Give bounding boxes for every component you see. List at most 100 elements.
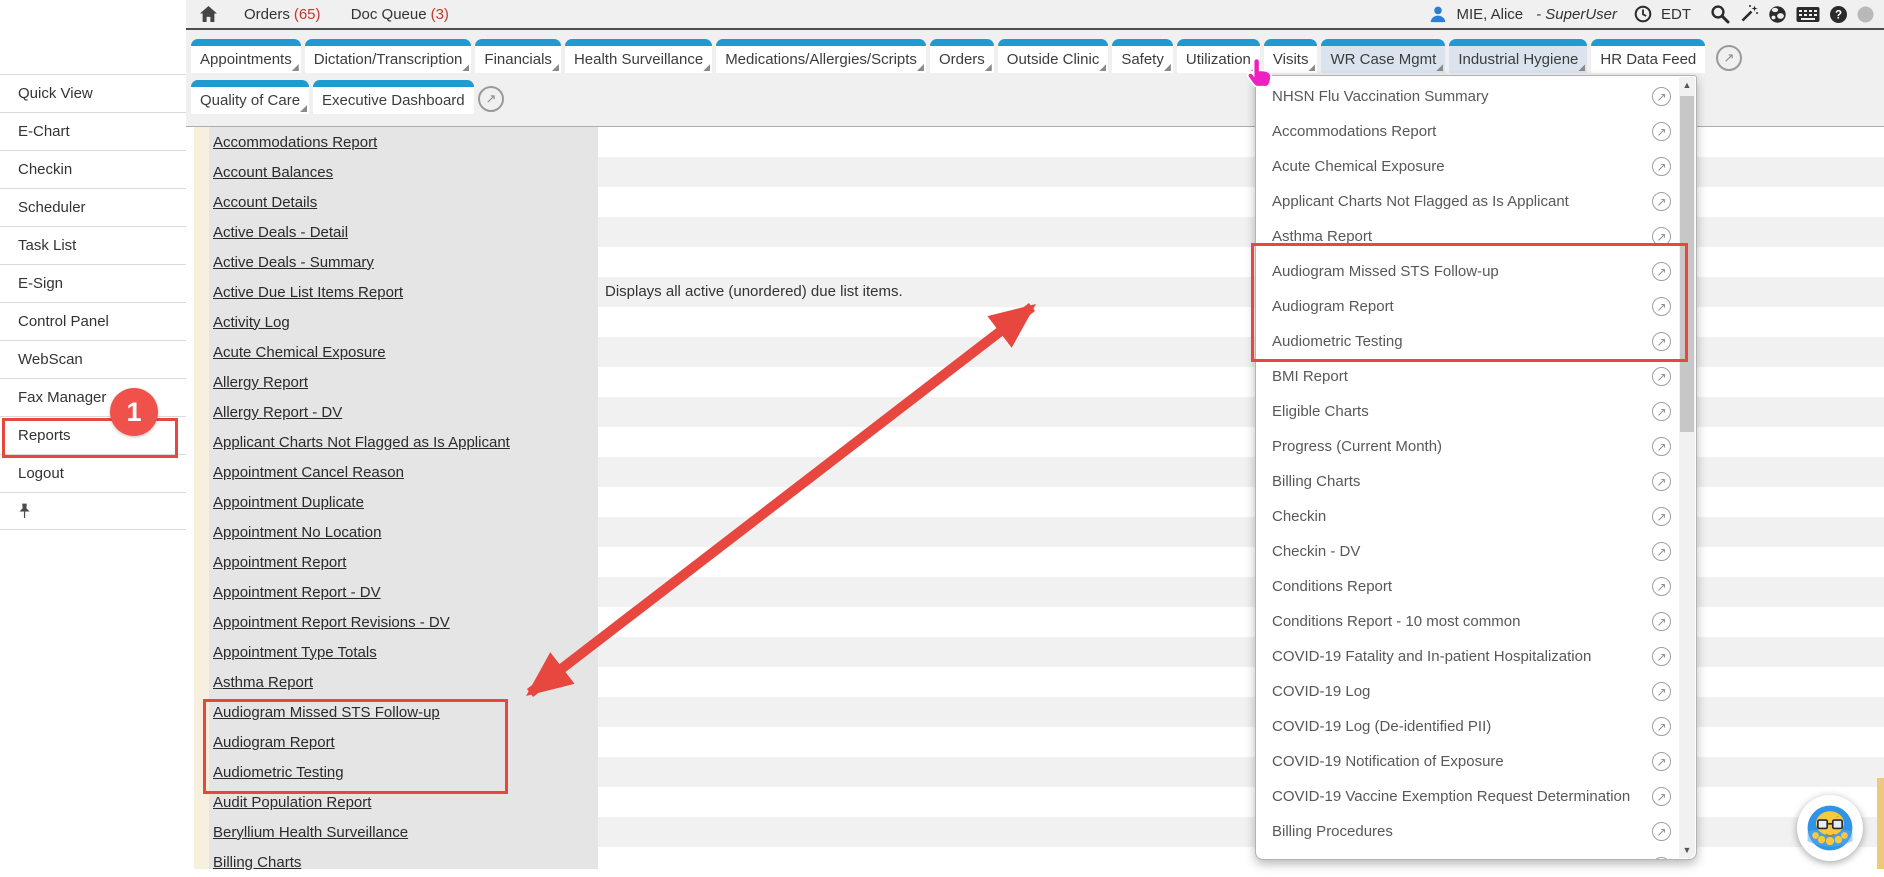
report-link[interactable]: Appointment Duplicate xyxy=(213,494,364,511)
dropdown-report-item[interactable]: Billing Charts ↗ xyxy=(1256,464,1679,499)
report-link[interactable]: Allergy Report xyxy=(213,374,308,391)
open-report-icon[interactable]: ↗ xyxy=(1652,157,1671,176)
topbar-queue-link[interactable]: Doc Queue(3) xyxy=(351,6,449,23)
open-report-icon[interactable]: ↗ xyxy=(1652,647,1671,666)
user-icon[interactable] xyxy=(1429,5,1447,23)
sidebar-item[interactable]: Logout xyxy=(0,455,186,493)
open-report-icon[interactable]: ↗ xyxy=(1652,262,1671,281)
report-link[interactable]: Appointment Report xyxy=(213,554,346,571)
report-link[interactable]: Appointment Report - DV xyxy=(213,584,381,601)
module-tab[interactable]: Safety xyxy=(1112,39,1173,73)
open-report-icon[interactable]: ↗ xyxy=(1652,857,1671,860)
report-link[interactable]: Billing Charts xyxy=(213,854,301,871)
module-tab[interactable]: Outside Clinic xyxy=(998,39,1109,73)
report-link[interactable]: Active Deals - Summary xyxy=(213,254,374,271)
open-report-icon[interactable]: ↗ xyxy=(1652,577,1671,596)
module-tab[interactable]: HR Data Feed xyxy=(1591,39,1705,73)
sidebar-item[interactable]: E-Chart xyxy=(0,113,186,151)
sidebar-pin-toggle[interactable] xyxy=(0,492,186,530)
dashboard-tab[interactable]: Executive Dashboard xyxy=(313,80,474,114)
report-link[interactable]: Accommodations Report xyxy=(213,134,377,151)
user-name[interactable]: MIE, Alice xyxy=(1456,6,1523,23)
topbar-queue-link[interactable]: Orders(65) xyxy=(244,6,321,23)
dropdown-report-item[interactable]: Progress (Current Month) ↗ xyxy=(1256,429,1679,464)
dashboard-tab[interactable]: Quality of Care xyxy=(191,80,309,114)
scrollbar-thumb[interactable] xyxy=(1680,96,1694,432)
report-link[interactable]: Appointment No Location xyxy=(213,524,381,541)
open-report-icon[interactable]: ↗ xyxy=(1652,437,1671,456)
tab-overflow-icon[interactable]: ↗ xyxy=(1716,45,1742,71)
dropdown-report-item[interactable]: Audiogram Report ↗ xyxy=(1256,289,1679,324)
search-icon[interactable] xyxy=(1710,4,1730,24)
dropdown-report-item[interactable]: Eligible Charts ↗ xyxy=(1256,394,1679,429)
dropdown-report-item[interactable]: COVID-19 Notification of Exposure ↗ xyxy=(1256,744,1679,779)
dropdown-report-item[interactable]: Acute Chemical Exposure ↗ xyxy=(1256,149,1679,184)
sidebar-item[interactable]: Fax Manager xyxy=(0,379,186,417)
report-link[interactable]: Allergy Report - DV xyxy=(213,404,342,421)
dropdown-report-item[interactable]: Checkin ↗ xyxy=(1256,499,1679,534)
dropdown-report-item[interactable]: COVID-19 Fatality and In-patient Hospita… xyxy=(1256,639,1679,674)
module-tab[interactable]: Appointments xyxy=(191,39,301,73)
chat-octopus-button[interactable] xyxy=(1797,795,1863,861)
report-link[interactable]: Account Details xyxy=(213,194,317,211)
report-link[interactable]: Appointment Report Revisions - DV xyxy=(213,614,450,631)
open-report-icon[interactable]: ↗ xyxy=(1652,297,1671,316)
open-report-icon[interactable]: ↗ xyxy=(1652,542,1671,561)
module-tab[interactable]: Health Surveillance xyxy=(565,39,712,73)
keyboard-icon[interactable] xyxy=(1796,6,1820,23)
scroll-down-icon[interactable]: ▼ xyxy=(1679,845,1695,855)
module-tab[interactable]: WR Case Mgmt xyxy=(1321,39,1445,73)
home-icon[interactable] xyxy=(199,5,218,23)
report-link[interactable]: Appointment Type Totals xyxy=(213,644,377,661)
open-report-icon[interactable]: ↗ xyxy=(1652,192,1671,211)
open-report-icon[interactable]: ↗ xyxy=(1652,122,1671,141)
report-link[interactable]: Audiometric Testing xyxy=(213,764,344,781)
wand-icon[interactable] xyxy=(1739,4,1759,24)
report-link[interactable]: Audiogram Missed STS Follow-up xyxy=(213,704,440,721)
module-tab[interactable]: Financials xyxy=(475,39,561,73)
report-link[interactable]: Activity Log xyxy=(213,314,290,331)
dropdown-report-item[interactable]: NHSN Flu Vaccination Summary ↗ xyxy=(1256,79,1679,114)
dropdown-report-item[interactable]: Accommodations Report ↗ xyxy=(1256,114,1679,149)
report-link[interactable]: Applicant Charts Not Flagged as Is Appli… xyxy=(213,434,510,451)
sidebar-item[interactable]: Task List xyxy=(0,227,186,265)
dropdown-report-item[interactable]: Applicant Charts Not Flagged as Is Appli… xyxy=(1256,184,1679,219)
sidebar-item[interactable]: Scheduler xyxy=(0,189,186,227)
open-report-icon[interactable]: ↗ xyxy=(1652,682,1671,701)
report-link[interactable]: Audit Population Report xyxy=(213,794,371,811)
dropdown-report-item[interactable]: Asthma Report ↗ xyxy=(1256,219,1679,254)
open-report-icon[interactable]: ↗ xyxy=(1652,612,1671,631)
dropdown-report-item[interactable]: Conditions Report - 10 most common ↗ xyxy=(1256,604,1679,639)
sidebar-item[interactable]: Reports xyxy=(0,417,186,455)
presence-icon[interactable] xyxy=(1857,6,1874,23)
open-report-icon[interactable]: ↗ xyxy=(1652,752,1671,771)
globe-icon[interactable] xyxy=(1768,5,1787,24)
module-tab[interactable]: Dictation/Transcription xyxy=(305,39,472,73)
dropdown-report-item[interactable]: COVID-19 Vaccine Exemption Request Deter… xyxy=(1256,779,1679,814)
dropdown-report-item[interactable]: COVID-19 Log (De-identified PII) ↗ xyxy=(1256,709,1679,744)
open-report-icon[interactable]: ↗ xyxy=(1652,367,1671,386)
open-report-icon[interactable]: ↗ xyxy=(1652,472,1671,491)
dropdown-report-item[interactable]: Billing Procedures ↗ xyxy=(1256,814,1679,849)
report-link[interactable]: Acute Chemical Exposure xyxy=(213,344,386,361)
report-link[interactable]: Appointment Cancel Reason xyxy=(213,464,404,481)
report-link[interactable]: Beryllium Health Surveillance xyxy=(213,824,408,841)
help-icon[interactable]: ? xyxy=(1829,5,1848,24)
dropdown-report-item[interactable]: Audiometric Testing ↗ xyxy=(1256,324,1679,359)
open-report-icon[interactable]: ↗ xyxy=(1652,507,1671,526)
sidebar-item[interactable]: Checkin xyxy=(0,151,186,189)
sidebar-item[interactable]: WebScan xyxy=(0,341,186,379)
open-report-icon[interactable]: ↗ xyxy=(1652,402,1671,421)
report-link[interactable]: Active Due List Items Report xyxy=(213,284,403,301)
module-tab[interactable]: Orders xyxy=(930,39,994,73)
sidebar-item[interactable]: E-Sign xyxy=(0,265,186,303)
dropdown-report-item[interactable]: Checkin - DV ↗ xyxy=(1256,534,1679,569)
report-link[interactable]: Audiogram Report xyxy=(213,734,335,751)
dropdown-report-item[interactable]: COVID-19 Log ↗ xyxy=(1256,674,1679,709)
report-link[interactable]: Account Balances xyxy=(213,164,333,181)
report-link[interactable]: Asthma Report xyxy=(213,674,313,691)
open-report-icon[interactable]: ↗ xyxy=(1652,717,1671,736)
sidebar-item[interactable]: Quick View xyxy=(0,75,186,113)
dropdown-report-item[interactable]: Billing Procedure Details by Encounter ↗ xyxy=(1256,849,1679,860)
open-report-icon[interactable]: ↗ xyxy=(1652,87,1671,106)
